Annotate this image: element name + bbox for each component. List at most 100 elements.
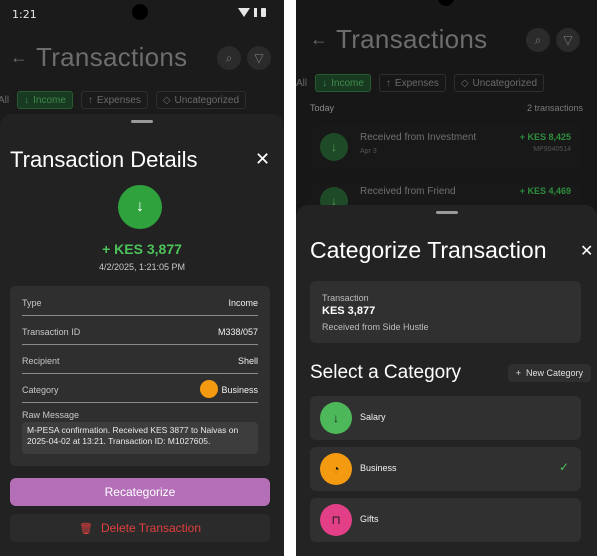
screen-title: Transactions: [36, 42, 188, 72]
transaction-date: Apr 3: [360, 148, 377, 155]
app-bar: ← Transactions ⌕ ▽: [0, 38, 284, 78]
list-item[interactable]: ↓ Received from Investment Apr 3 + KES 8…: [310, 124, 581, 170]
back-arrow-icon[interactable]: ←: [10, 47, 28, 68]
filter-button[interactable]: ▽: [556, 28, 580, 52]
transaction-title: Received from Investment: [360, 132, 477, 143]
detail-label: Recipient: [22, 356, 60, 366]
delete-transaction-button[interactable]: 🗑 Delete Transaction: [10, 514, 270, 542]
categorize-sheet: Categorize Transaction ✕ Transaction KES…: [296, 205, 597, 556]
filter-income[interactable]: ↓ Income: [17, 91, 73, 109]
income-arrow-icon: ↓: [118, 185, 162, 229]
summary-amount: KES 3,877: [322, 305, 376, 317]
select-category-heading: Select a Category: [310, 362, 462, 383]
category-option-business[interactable]: ◔ Business ✓: [310, 447, 581, 491]
filter-chips: All ↓ Income ↑ Expenses ◇ Uncategorized: [0, 90, 282, 110]
arrow-down-icon: ↓: [24, 94, 30, 106]
status-time: 1:21: [12, 8, 37, 21]
category-color-dot: [200, 380, 218, 398]
camera-cutout: [132, 4, 148, 20]
filter-expenses[interactable]: ↑ Expenses: [378, 74, 446, 92]
category-name: Gifts: [360, 514, 379, 524]
filter-icon: ▽: [563, 33, 573, 47]
tag-icon: ◇: [162, 94, 171, 106]
filter-income-label: Income: [33, 94, 66, 106]
arrow-up-icon: ↑: [385, 77, 391, 89]
summary-description: Received from Side Hustle: [322, 322, 429, 332]
search-icon: ⌕: [534, 33, 542, 47]
filter-uncategorized-label: Uncategorized: [472, 77, 538, 89]
search-button[interactable]: ⌕: [526, 28, 550, 52]
back-arrow-icon[interactable]: ←: [310, 29, 328, 50]
filter-income[interactable]: ↓ Income: [315, 74, 371, 92]
sheet-drag-handle[interactable]: [131, 120, 153, 123]
battery-icon: [261, 8, 266, 17]
transaction-amount: + KES 4,469: [519, 186, 571, 196]
plus-icon: +: [515, 368, 521, 378]
filter-chips: All ↓ Income ↑ Expenses ◇ Uncategorized: [296, 73, 597, 93]
detail-value: M338/057: [217, 327, 258, 337]
status-bar: 1:21: [0, 0, 284, 28]
wifi-icon: [238, 8, 250, 17]
left-phone-screen: 1:21 ← Transactions ⌕ ▽ All ↓ Income ↑ Exp…: [0, 0, 284, 556]
detail-row-category: Category Business: [22, 377, 258, 403]
detail-value: Shell: [237, 356, 258, 366]
transaction-summary-card: Transaction KES 3,877 Received from Side…: [310, 281, 581, 343]
detail-row-type: Type Income: [22, 290, 258, 316]
new-category-label: New Category: [525, 368, 583, 378]
transaction-count: 2 transactions: [526, 103, 583, 113]
detail-label: Transaction ID: [22, 327, 81, 337]
filter-all[interactable]: All: [296, 78, 307, 89]
checkmark-icon: ✓: [558, 460, 569, 474]
category-name: Business: [360, 463, 397, 473]
search-icon: ⌕: [225, 51, 233, 65]
filter-icon: ▽: [254, 51, 264, 65]
search-button[interactable]: ⌕: [217, 46, 241, 70]
app-bar: ← Transactions ⌕ ▽: [296, 20, 597, 60]
filter-uncategorized[interactable]: ◇ Uncategorized: [155, 91, 247, 109]
transaction-id: MP9040514: [533, 146, 571, 153]
arrow-down-icon: ↓: [320, 402, 352, 434]
filter-all[interactable]: All: [0, 95, 9, 106]
transaction-datetime: 4/2/2025, 1:21:05 PM: [98, 262, 186, 272]
filter-button[interactable]: ▽: [247, 46, 271, 70]
category-option-gifts[interactable]: ⊓ Gifts: [310, 498, 581, 542]
transaction-title: Received from Friend: [360, 186, 456, 197]
sheet-title: Transaction Details: [10, 147, 198, 172]
new-category-button[interactable]: + New Category: [507, 364, 591, 382]
arrow-down-icon: ↓: [322, 77, 328, 89]
raw-message-label: Raw Message: [22, 410, 80, 420]
trash-icon: 🗑: [78, 523, 93, 535]
summary-label: Transaction: [322, 293, 369, 303]
transaction-amount: + KES 3,877: [102, 241, 182, 257]
close-icon[interactable]: ✕: [255, 149, 270, 170]
close-icon[interactable]: ✕: [580, 241, 593, 261]
right-phone-screen: ← Transactions ⌕ ▽ All ↓ Income ↑ Expenses…: [296, 0, 597, 556]
sheet-drag-handle[interactable]: [435, 211, 458, 214]
delete-label: Delete Transaction: [100, 521, 202, 535]
filter-uncategorized-label: Uncategorized: [174, 94, 240, 106]
detail-row-recipient: Recipient Shell: [22, 348, 258, 374]
category-option-salary[interactable]: ↓ Salary: [310, 396, 581, 440]
tag-icon: ◇: [460, 77, 469, 89]
detail-label: Category: [22, 385, 59, 395]
category-name: Salary: [360, 412, 386, 422]
filter-income-label: Income: [331, 77, 364, 89]
filter-uncategorized[interactable]: ◇ Uncategorized: [453, 74, 545, 92]
recategorize-button[interactable]: Recategorize: [10, 478, 270, 506]
details-card: Type Income Transaction ID M338/057 Reci…: [10, 286, 270, 466]
section-today: Today: [310, 103, 335, 113]
filter-expenses-label: Expenses: [394, 77, 439, 89]
bookmark-icon: ⊓: [320, 504, 352, 536]
detail-value: Business: [221, 385, 258, 395]
detail-value: Income: [228, 298, 258, 308]
transaction-amount: + KES 8,425: [519, 132, 571, 142]
sheet-title: Categorize Transaction: [310, 237, 547, 263]
raw-message-text: M-PESA confirmation. Received KES 3877 t…: [22, 422, 258, 454]
screen-title: Transactions: [336, 24, 488, 54]
detail-row-transaction-id: Transaction ID M338/057: [22, 319, 258, 345]
filter-expenses[interactable]: ↑ Expenses: [80, 91, 148, 109]
signal-icon: [254, 8, 257, 17]
pie-chart-icon: ◔: [320, 453, 352, 485]
detail-label: Type: [22, 298, 42, 308]
arrow-up-icon: ↑: [87, 94, 93, 106]
